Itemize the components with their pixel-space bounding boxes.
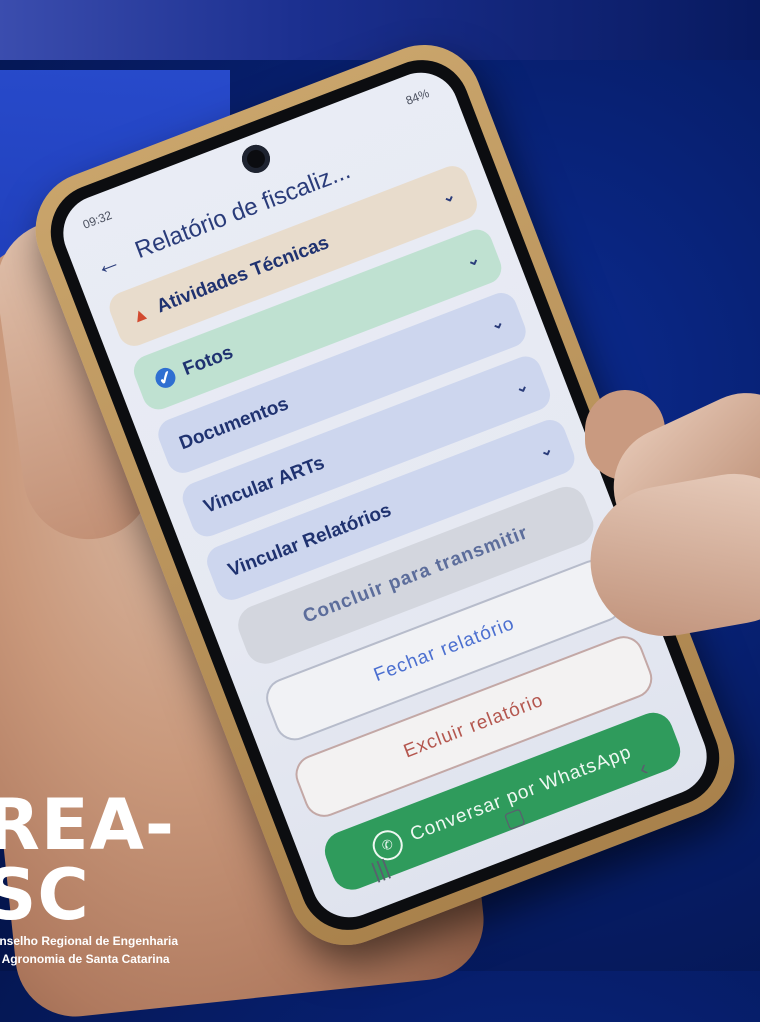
- chevron-down-icon: ⌄: [463, 250, 483, 271]
- section-label: Vincular ARTs: [200, 452, 328, 518]
- check-circle-icon: ✓: [152, 364, 179, 391]
- back-arrow-icon[interactable]: ←: [90, 244, 125, 282]
- section-label: Fotos: [180, 341, 236, 381]
- back-nav-icon[interactable]: ‹: [635, 755, 651, 782]
- chevron-down-icon: ⌄: [512, 376, 532, 398]
- chevron-down-icon: ⌄: [439, 186, 458, 208]
- warning-icon: ▲: [127, 301, 152, 327]
- recent-apps-icon[interactable]: |||: [368, 854, 393, 884]
- home-icon[interactable]: ▢: [500, 802, 529, 834]
- logo-subtitle-1: onselho Regional de Engenharia: [0, 934, 179, 948]
- status-battery: 84%: [403, 86, 432, 108]
- crea-sc-logo: REA-SC onselho Regional de Engenharia e …: [0, 790, 266, 966]
- background-top: [0, 0, 760, 60]
- chevron-down-icon: ⌄: [536, 440, 556, 462]
- logo-subtitle-2: e Agronomia de Santa Catarina: [0, 952, 170, 966]
- logo-mark: REA-SC: [0, 784, 175, 936]
- section-label: Documentos: [176, 393, 292, 455]
- status-time: 09:32: [80, 207, 114, 232]
- chevron-down-icon: ⌄: [488, 313, 507, 335]
